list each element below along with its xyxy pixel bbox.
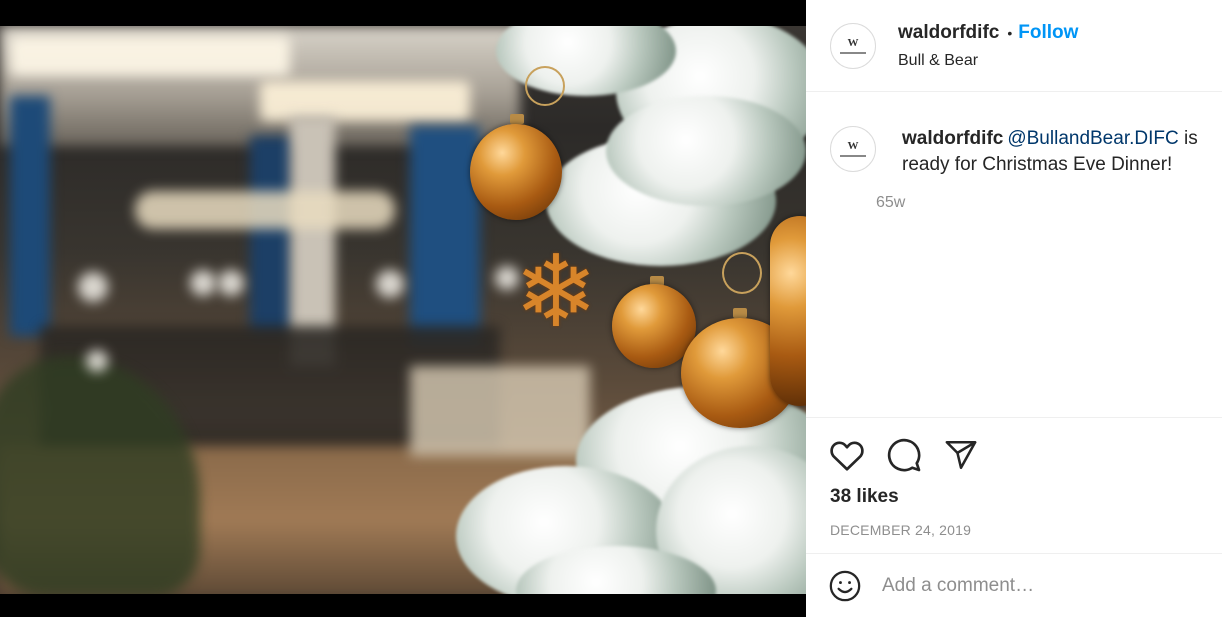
ornament-bauble — [770, 216, 806, 406]
post-age[interactable]: 65w — [876, 194, 1198, 212]
post-media[interactable]: ❄ — [0, 0, 806, 617]
smiley-icon[interactable] — [828, 569, 862, 603]
post-header: W waldorfdifc • Follow Bull & Bear — [806, 0, 1222, 92]
post-date: DECEMBER 24, 2019 — [830, 522, 972, 538]
post-photo[interactable]: ❄ — [0, 26, 806, 594]
action-bar — [806, 418, 1222, 474]
author-username[interactable]: waldorfdifc — [898, 22, 999, 44]
snowflake-ornament: ❄ — [514, 233, 598, 350]
waldorf-logo-icon: W — [847, 140, 859, 152]
caption-username[interactable]: waldorfdifc — [902, 128, 1003, 149]
waldorf-logo-icon: W — [847, 36, 859, 49]
instagram-post: ❄ W waldorfdifc • Follow Bull & Bear W w… — [0, 0, 1222, 617]
caption-author-avatar[interactable]: W — [830, 126, 876, 172]
separator-dot: • — [1007, 24, 1013, 41]
comment-input[interactable] — [882, 574, 1182, 597]
caption-section: W waldorfdifc @BullandBear.DIFC is ready … — [806, 92, 1222, 418]
follow-button[interactable]: Follow — [1018, 22, 1078, 44]
paper-plane-icon[interactable] — [942, 436, 980, 474]
heart-icon[interactable] — [828, 436, 866, 474]
author-avatar[interactable]: W — [830, 22, 876, 69]
likes-count[interactable]: 38 likes — [806, 474, 1222, 508]
comment-bubble-icon[interactable] — [885, 436, 923, 474]
location-link[interactable]: Bull & Bear — [898, 52, 1078, 70]
ornament-bauble — [470, 124, 562, 220]
caption-mention-link[interactable]: @BullandBear.DIFC — [1007, 128, 1178, 149]
post-sidebar: W waldorfdifc • Follow Bull & Bear W wal… — [806, 0, 1222, 617]
comment-bar — [806, 553, 1222, 617]
post-caption: waldorfdifc @BullandBear.DIFC is ready fo… — [902, 126, 1198, 178]
